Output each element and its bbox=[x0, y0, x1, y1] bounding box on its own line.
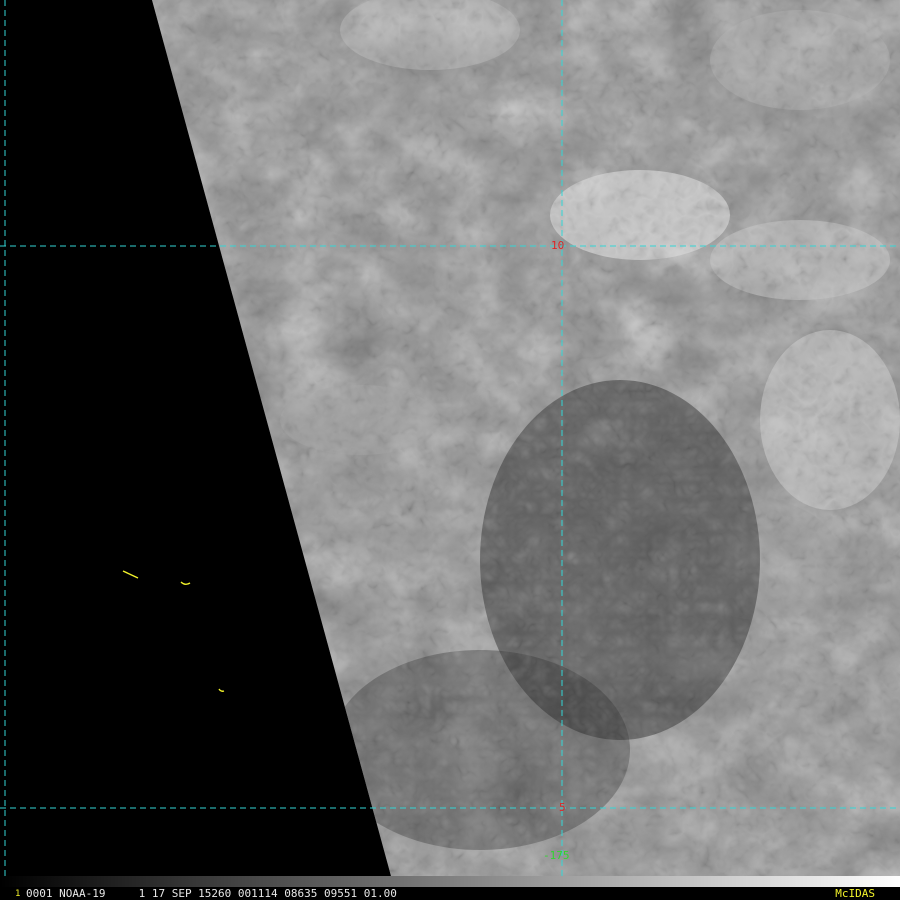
lon-label-175: -175 bbox=[543, 849, 570, 862]
lat-label-5: 5 bbox=[559, 801, 566, 814]
gray-scale-bar bbox=[0, 876, 900, 887]
lat-label-10: 10 bbox=[551, 239, 565, 252]
image-info-text: 0001 NOAA-19 1 17 SEP 15260 001114 08635… bbox=[26, 887, 397, 900]
frame-number: 1 bbox=[15, 889, 21, 899]
status-line: 1 0001 NOAA-19 1 17 SEP 15260 001114 086… bbox=[0, 888, 900, 900]
satellite-image bbox=[0, 0, 900, 876]
mcidas-logo-text: McIDAS bbox=[835, 887, 875, 900]
